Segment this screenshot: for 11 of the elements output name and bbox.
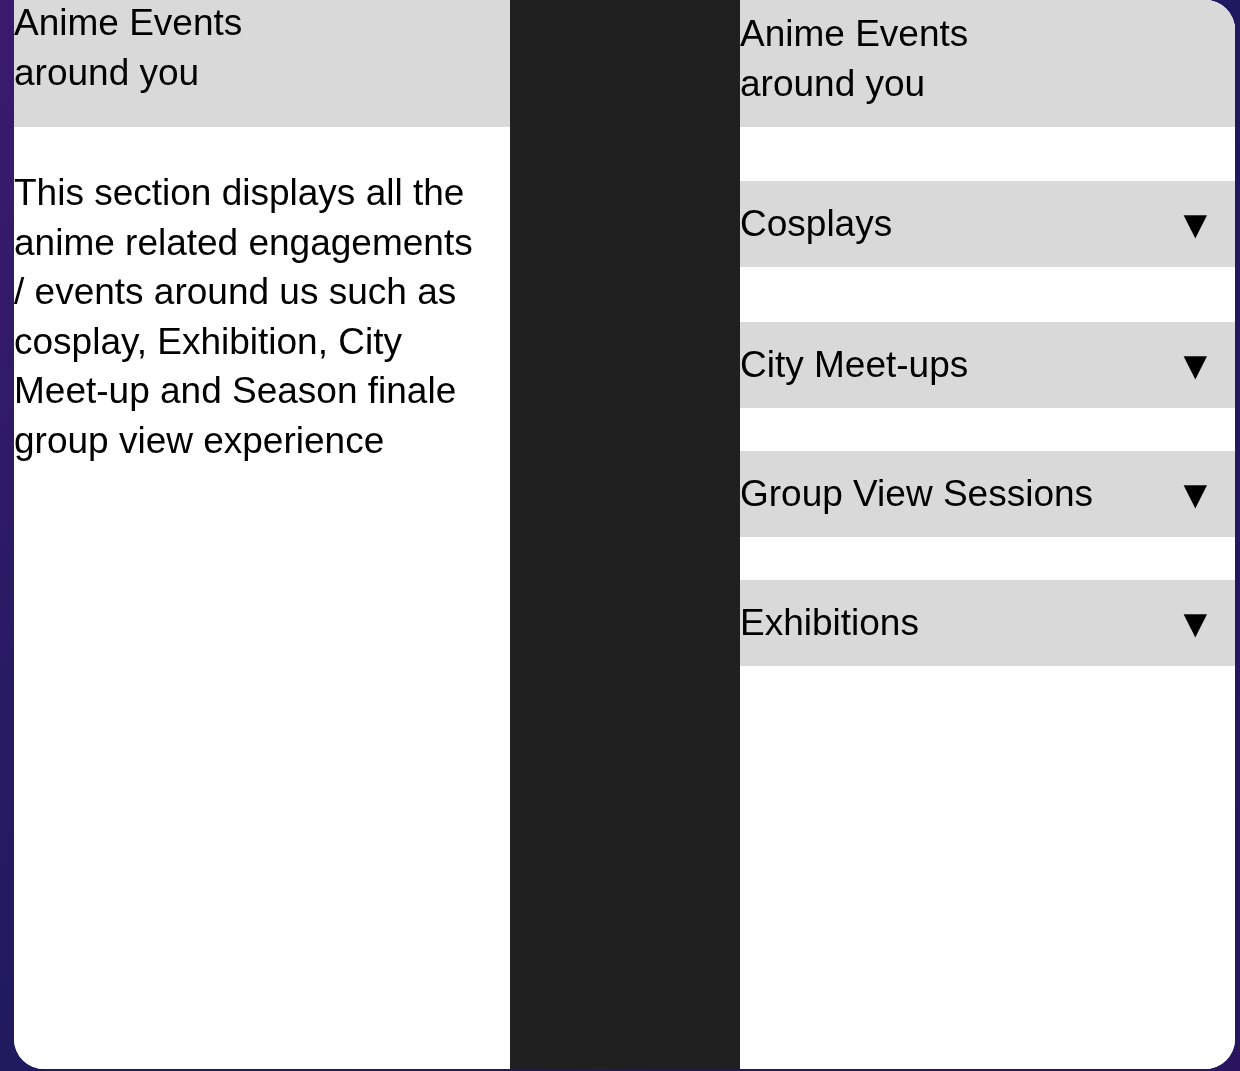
caret-icon: ▼ xyxy=(1175,474,1215,514)
panel-title: Anime Events around you xyxy=(14,1,243,95)
dropdown[interactable]: Cosplays ▼ xyxy=(740,181,1235,267)
dropdown[interactable]: Exhibitions ▼ xyxy=(740,580,1235,666)
caret-icon: ▼ xyxy=(1175,603,1215,643)
panel-title: Anime Events around you xyxy=(740,12,969,106)
caret-icon: ▼ xyxy=(1175,204,1215,244)
caret-icon: ▼ xyxy=(1175,345,1215,385)
dropdown[interactable]: Group View Sessions ▼ xyxy=(740,451,1235,537)
dropdown[interactable]: City Meet-ups ▼ xyxy=(740,322,1235,408)
section-description: This section displays all the anime related engagements / events around us such as cosplay, Exhibition, City Meet-up and Season finale group view experience xyxy=(14,171,474,463)
